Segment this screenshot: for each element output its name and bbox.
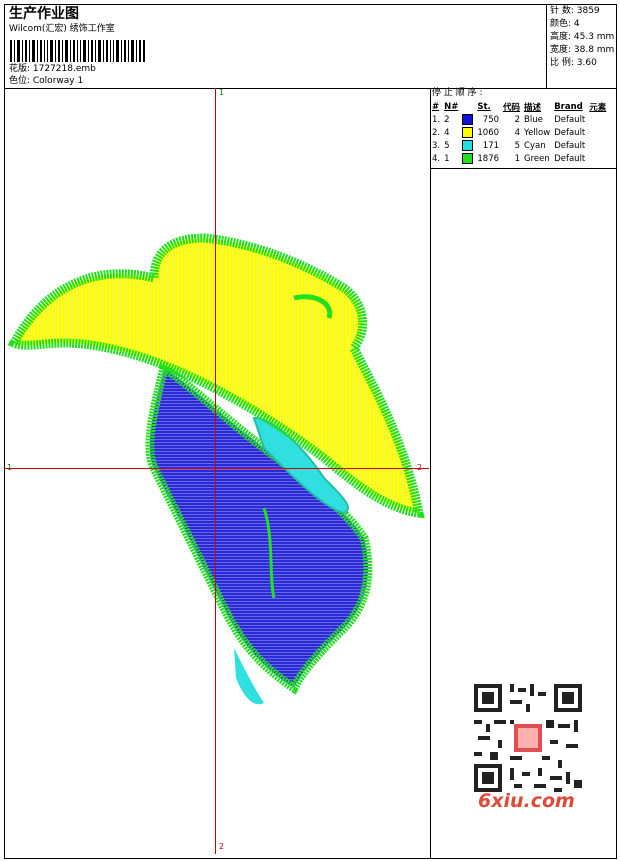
stop-sequence-panel: 停 止 顺 序 : # N# St. 代码 描述 Brand 元素 1. 2 7… (430, 88, 616, 165)
row-code: 5 (514, 140, 521, 151)
color-swatch (462, 114, 474, 125)
vertical-axis (215, 88, 216, 854)
axis-label-top: 1 (219, 88, 225, 97)
row-index: 4. (432, 153, 441, 164)
row-code: 4 (514, 127, 521, 138)
col-index: # (432, 101, 440, 112)
axis-label-right: 2 (417, 463, 423, 472)
col-brand: Brand (554, 101, 583, 112)
colorway-label: 色位: Colorway 1 (9, 76, 84, 86)
table-row[interactable]: 2. 4 1060 4 Yellow Default (430, 126, 608, 139)
color-swatch (462, 127, 474, 138)
row-needle: 1 (444, 153, 450, 164)
row-code: 2 (514, 114, 521, 125)
color-swatch (462, 140, 474, 151)
row-swatch (460, 126, 475, 139)
row-element (587, 139, 608, 152)
row-index: 3. (432, 140, 441, 151)
table-row[interactable]: 1. 2 750 2 Blue Default (430, 113, 608, 126)
row-swatch (460, 113, 475, 126)
row-swatch (460, 152, 475, 165)
row-swatch (460, 139, 475, 152)
stop-sequence-table: # N# St. 代码 描述 Brand 元素 1. 2 750 2 Blue … (430, 100, 608, 165)
row-needle: 4 (444, 127, 450, 138)
row-index: 2. (432, 127, 441, 138)
row-code: 1 (514, 153, 521, 164)
row-stitches: 750 (482, 114, 500, 125)
design-canvas[interactable]: 1 1 2 2 (4, 88, 429, 854)
col-code: 代码 (503, 102, 521, 113)
row-element (587, 152, 608, 165)
design-file-label: 花版: 1727218.emb (9, 64, 96, 74)
stats-divider (546, 5, 547, 88)
embroidery-design (7, 233, 425, 705)
row-description: Yellow (524, 127, 551, 138)
col-element: 元素 (589, 102, 607, 113)
color-count: 颜色: 4 (550, 19, 580, 29)
stitch-count: 针 数: 3859 (550, 6, 600, 16)
color-swatch (462, 153, 474, 164)
horizontal-axis (4, 468, 429, 469)
col-description: 描述 (524, 102, 542, 113)
page-title: 生产作业图 (9, 6, 79, 22)
row-brand: Default (554, 140, 586, 151)
row-brand: Default (554, 153, 586, 164)
row-stitches: 1060 (477, 127, 500, 138)
row-needle: 5 (444, 140, 450, 151)
design-scale: 比 例: 3.60 (550, 58, 597, 68)
table-row[interactable]: 3. 5 171 5 Cyan Default (430, 139, 608, 152)
row-description: Cyan (524, 140, 546, 151)
col-needle: N# (444, 101, 459, 112)
design-width: 宽度: 38.8 mm (550, 45, 615, 55)
col-swatch (460, 100, 475, 113)
axis-label-left: 1 (7, 463, 13, 472)
row-description: Blue (524, 114, 543, 125)
row-brand: Default (554, 127, 586, 138)
col-stitches: St. (477, 101, 491, 112)
row-index: 1. (432, 114, 441, 125)
barcode (10, 40, 145, 62)
canvas-divider (430, 88, 431, 858)
axis-label-bottom: 2 (219, 842, 225, 851)
row-brand: Default (554, 114, 586, 125)
row-stitches: 171 (482, 140, 500, 151)
row-needle: 2 (444, 114, 450, 125)
row-element (587, 113, 608, 126)
qr-code (470, 680, 586, 796)
watermark-logo: 6xiu.com (478, 790, 575, 812)
design-height: 高度: 45.3 mm (550, 32, 615, 42)
row-description: Green (524, 153, 550, 164)
row-element (587, 126, 608, 139)
row-stitches: 1876 (477, 153, 500, 164)
table-row[interactable]: 4. 1 1876 1 Green Default (430, 152, 608, 165)
stop-sequence-title: 停 止 顺 序 : (432, 88, 483, 98)
table-header-row: # N# St. 代码 描述 Brand 元素 (430, 100, 608, 113)
table-divider (430, 168, 616, 169)
company-name: Wilcom(汇宏) 绣饰工作室 (9, 24, 115, 34)
